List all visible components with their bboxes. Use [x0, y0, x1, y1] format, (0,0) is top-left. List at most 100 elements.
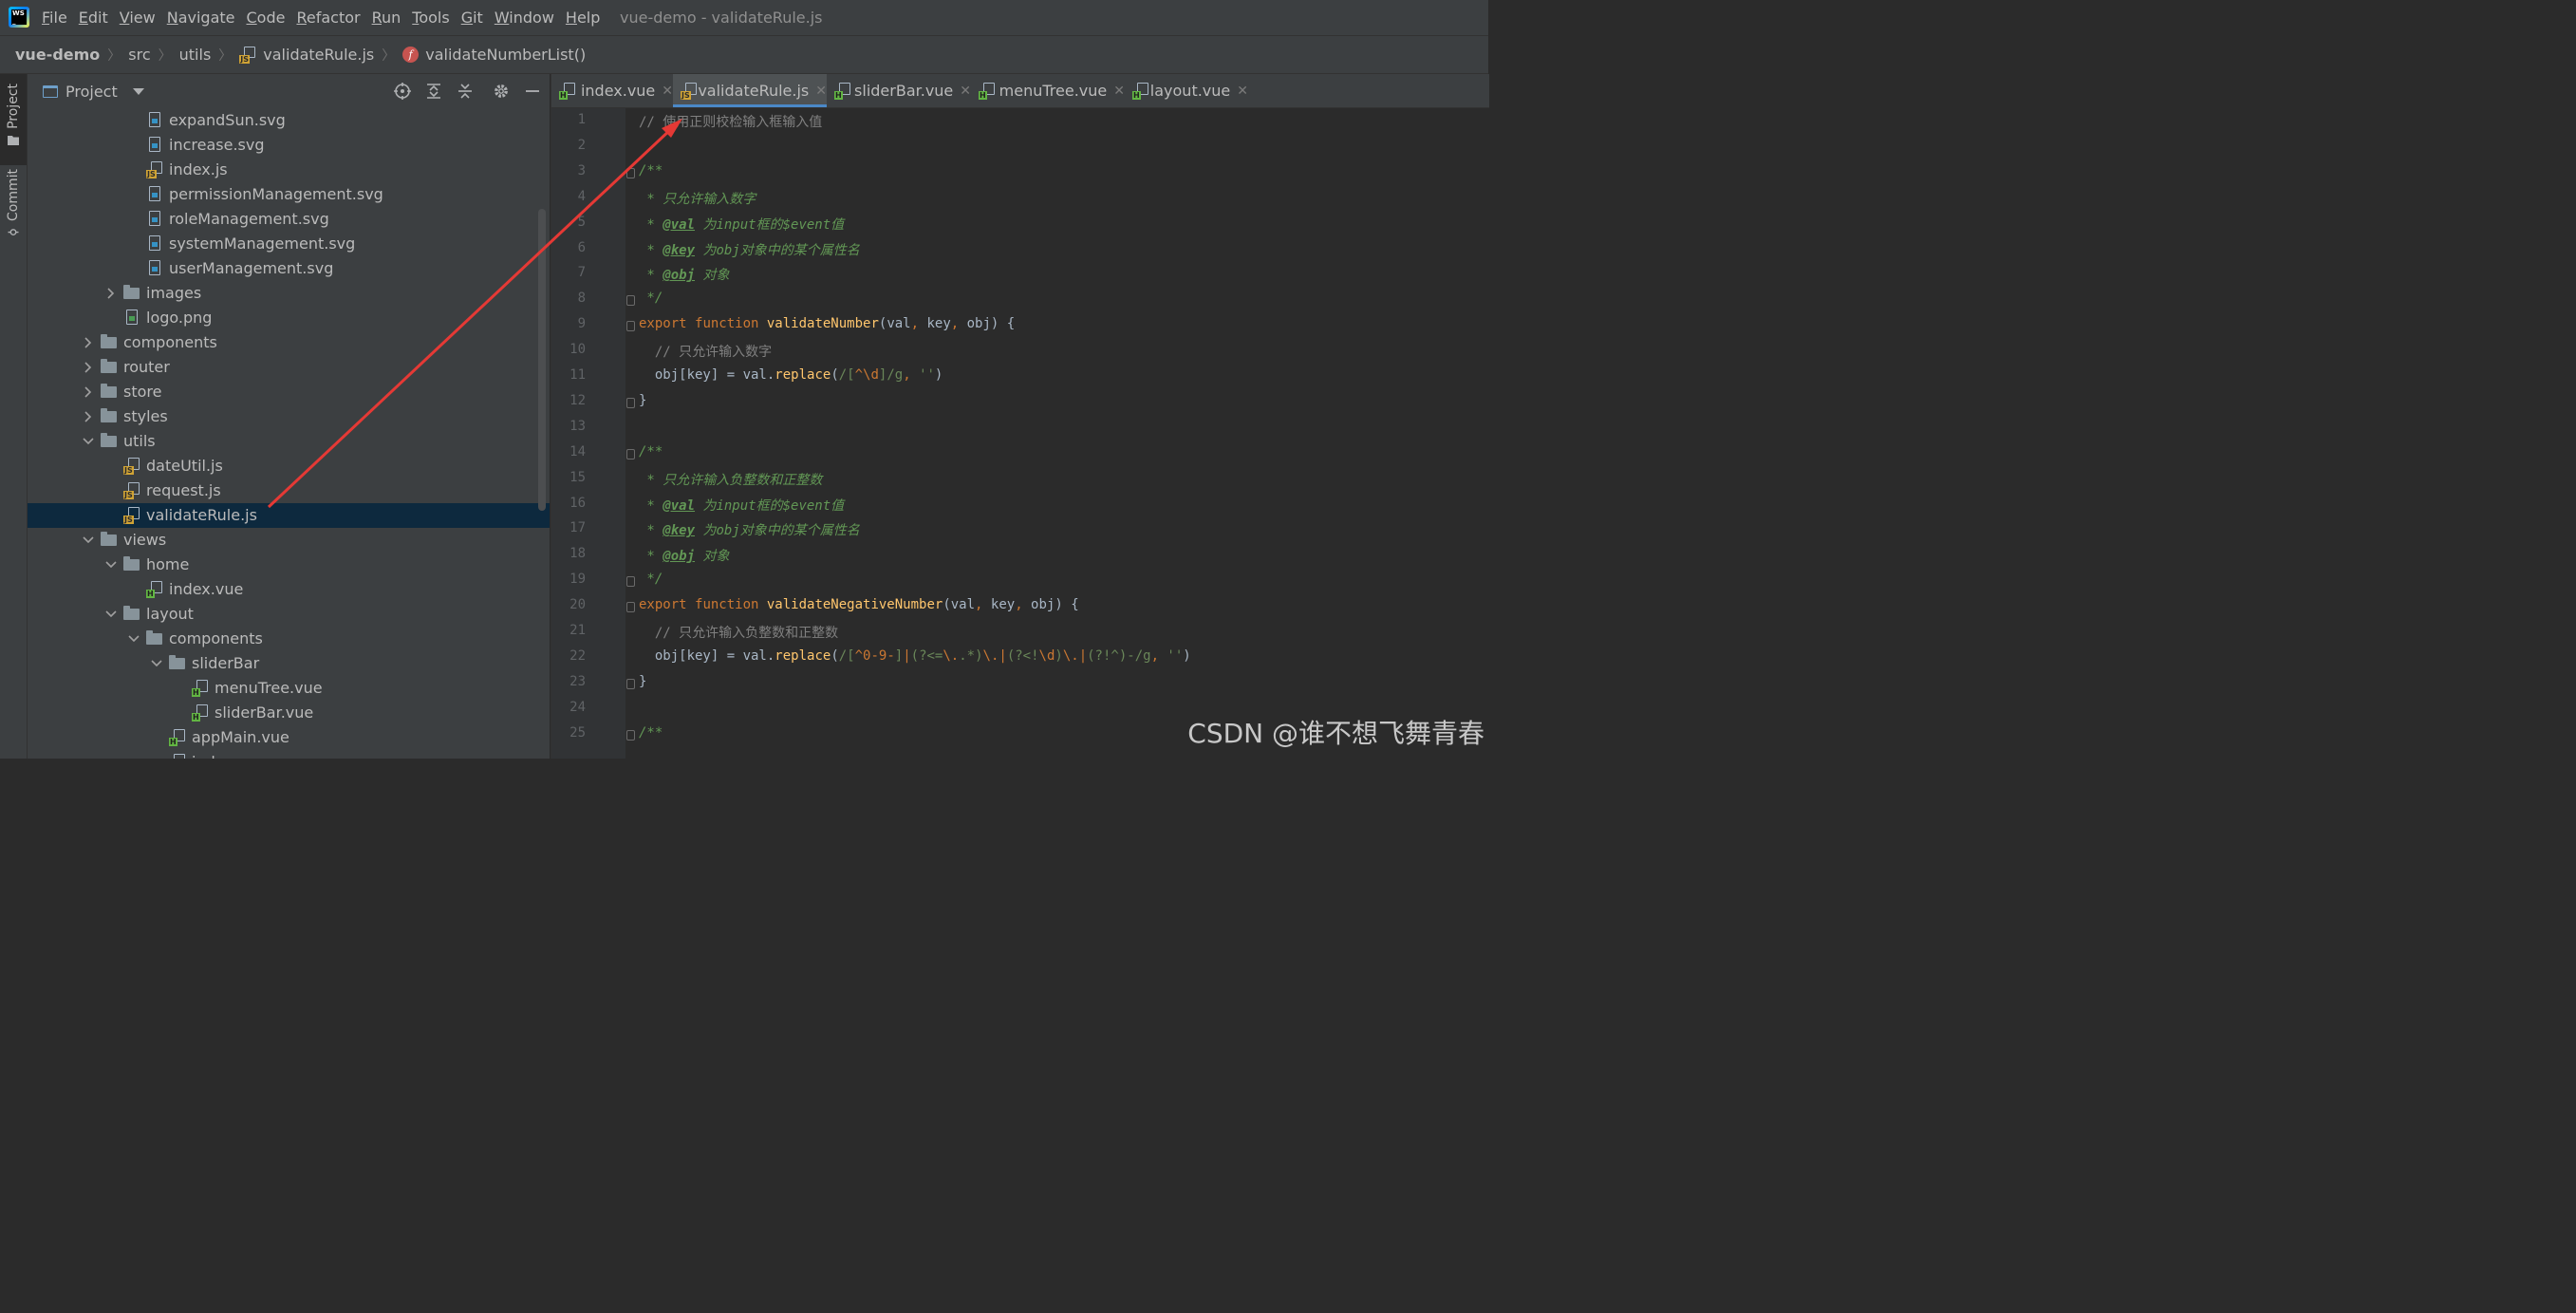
- close-tab-icon[interactable]: ✕: [662, 84, 673, 99]
- tree-folder-row[interactable]: home: [28, 553, 550, 577]
- vue-file-icon: H: [559, 82, 578, 100]
- fold-marker-icon[interactable]: [626, 448, 635, 460]
- commit-tool-button[interactable]: Commit: [0, 169, 27, 245]
- tree-file-row[interactable]: Hindex.vue: [28, 750, 550, 759]
- project-view-selector[interactable]: Project: [43, 74, 144, 108]
- editor-tab[interactable]: Hindex.vue ✕: [551, 74, 673, 107]
- breadcrumb-src[interactable]: src: [128, 46, 150, 64]
- editor-tab[interactable]: JS validateRule.js ✕: [673, 74, 827, 107]
- close-tab-icon[interactable]: ✕: [1237, 84, 1248, 99]
- close-tab-icon[interactable]: ✕: [815, 84, 827, 99]
- line-number: 23: [569, 673, 586, 689]
- tree-folder-row[interactable]: components: [28, 627, 550, 651]
- chevron-down-icon[interactable]: [82, 528, 95, 553]
- menu-item[interactable]: Edit: [79, 0, 114, 35]
- code-token: @key: [663, 242, 696, 258]
- breadcrumb-project[interactable]: vue-demo: [15, 46, 100, 64]
- tree-folder-row[interactable]: images: [28, 281, 550, 306]
- tree-file-row[interactable]: JS index.js: [28, 158, 550, 182]
- breadcrumb-file[interactable]: JS validateRule.js: [239, 46, 374, 64]
- project-tool-button[interactable]: Project: [0, 74, 27, 165]
- chevron-right-icon[interactable]: [82, 404, 95, 429]
- fold-marker-icon[interactable]: [626, 678, 635, 689]
- tree-file-row[interactable]: systemManagement.svg: [28, 232, 550, 256]
- breadcrumb-utils[interactable]: utils: [179, 46, 212, 64]
- fold-marker-icon[interactable]: [626, 602, 635, 613]
- menu-item[interactable]: Navigate: [167, 0, 241, 35]
- code-line: /**: [639, 163, 663, 178]
- tree-file-row[interactable]: HappMain.vue: [28, 725, 550, 750]
- menu-item[interactable]: File: [42, 0, 73, 35]
- menu-item[interactable]: Window: [495, 0, 560, 35]
- tree-file-row[interactable]: JS request.js: [28, 478, 550, 503]
- editor-tab[interactable]: HsliderBar.vue ✕: [827, 74, 971, 107]
- menu-item[interactable]: Refactor: [296, 0, 365, 35]
- tree-file-row[interactable]: JS dateUtil.js: [28, 454, 550, 478]
- code-line: obj[key] = val.replace(/[^\d]/g, ''): [639, 367, 943, 383]
- tree-folder-row[interactable]: layout: [28, 602, 550, 627]
- tree-file-row[interactable]: permissionManagement.svg: [28, 182, 550, 207]
- fold-marker-icon[interactable]: [626, 729, 635, 741]
- line-number: 18: [569, 546, 586, 562]
- breadcrumb-separator-icon: 〉: [158, 47, 172, 64]
- fold-marker-icon[interactable]: [626, 397, 635, 408]
- close-tab-icon[interactable]: ✕: [1113, 84, 1125, 99]
- minimize-icon: [526, 90, 539, 92]
- menu-item-label: ile: [49, 9, 67, 27]
- tree-file-row[interactable]: roleManagement.svg: [28, 207, 550, 232]
- chevron-right-icon[interactable]: [82, 380, 95, 404]
- tree-item-label: logo.png: [146, 309, 213, 327]
- tree-file-row[interactable]: userManagement.svg: [28, 256, 550, 281]
- menu-item-label: iew: [129, 9, 156, 27]
- line-number: 13: [569, 418, 586, 434]
- close-tab-icon[interactable]: ✕: [960, 84, 971, 99]
- menu-item[interactable]: Run: [372, 0, 407, 35]
- editor-tab[interactable]: HmenuTree.vue ✕: [971, 74, 1125, 107]
- tree-folder-row[interactable]: styles: [28, 404, 550, 429]
- tree-file-row[interactable]: HsliderBar.vue: [28, 701, 550, 725]
- line-number-gutter[interactable]: 1 2 3 4 5 6 7 8 9 10 11 12 13 14 15 16 17 18 19 20 21 22 23 24 2…: [551, 108, 635, 759]
- chevron-down-icon[interactable]: [150, 651, 163, 676]
- fold-marker-icon[interactable]: [626, 295, 635, 307]
- locate-file-button[interactable]: [391, 80, 414, 103]
- tree-item-icon-slot: H: [169, 754, 186, 759]
- chevron-down-icon[interactable]: [82, 429, 95, 454]
- tree-file-row[interactable]: logo.png: [28, 306, 550, 330]
- tree-file-row[interactable]: increase.svg: [28, 133, 550, 158]
- webstorm-logo-icon[interactable]: WS _: [9, 7, 29, 28]
- menu-item[interactable]: View: [120, 0, 161, 35]
- chevron-down-icon[interactable]: [104, 553, 118, 577]
- menu-item[interactable]: Help: [566, 0, 606, 35]
- expand-all-button[interactable]: [422, 80, 445, 103]
- menu-item[interactable]: Git: [461, 0, 489, 35]
- tree-folder-row[interactable]: sliderBar: [28, 651, 550, 676]
- code-text-area[interactable]: // 使用正则校检输入框输入值 /** * 只允许输入数字 * @val 为inp…: [639, 108, 1489, 759]
- breadcrumb-function[interactable]: f validateNumberList(): [402, 46, 586, 64]
- tree-file-row[interactable]: HmenuTree.vue: [28, 676, 550, 701]
- project-tree-scrollbar[interactable]: [538, 209, 546, 511]
- menu-item[interactable]: Code: [247, 0, 291, 35]
- code-token: ,: [1015, 597, 1032, 613]
- fold-marker-icon[interactable]: [626, 167, 635, 178]
- tree-file-row[interactable]: expandSun.svg: [28, 108, 550, 133]
- fold-marker-icon[interactable]: [626, 321, 635, 332]
- settings-button[interactable]: [490, 80, 513, 103]
- chevron-right-icon[interactable]: [82, 355, 95, 380]
- fold-marker-icon[interactable]: [626, 576, 635, 588]
- editor-tab[interactable]: Hlayout.vue ✕: [1125, 74, 1248, 107]
- menu-item[interactable]: Tools: [412, 0, 455, 35]
- chevron-down-icon[interactable]: [127, 627, 140, 651]
- tree-folder-row[interactable]: views: [28, 528, 550, 553]
- tree-folder-row[interactable]: store: [28, 380, 550, 404]
- folder-icon: [101, 384, 117, 398]
- tree-folder-row[interactable]: components: [28, 330, 550, 355]
- tree-file-row[interactable]: JS validateRule.js: [28, 503, 550, 528]
- hide-panel-button[interactable]: [521, 80, 544, 103]
- collapse-all-button[interactable]: [454, 80, 476, 103]
- chevron-down-icon[interactable]: [104, 602, 118, 627]
- chevron-right-icon[interactable]: [104, 281, 118, 306]
- tree-folder-row[interactable]: utils: [28, 429, 550, 454]
- tree-folder-row[interactable]: router: [28, 355, 550, 380]
- tree-file-row[interactable]: Hindex.vue: [28, 577, 550, 602]
- chevron-right-icon[interactable]: [82, 330, 95, 355]
